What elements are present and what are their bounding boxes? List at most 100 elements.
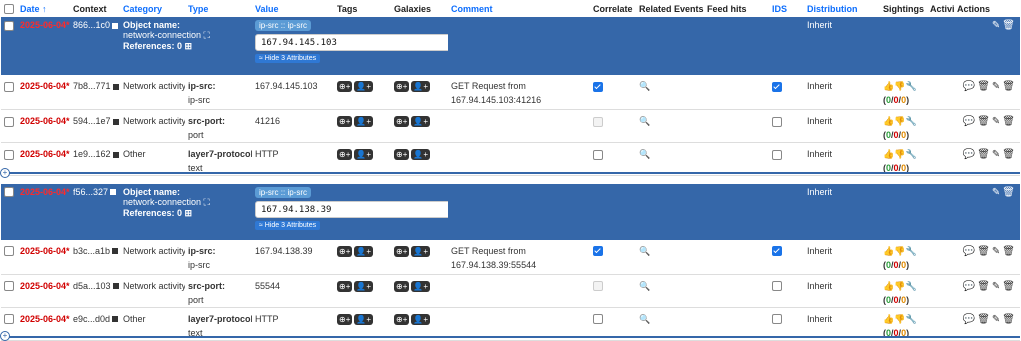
attribute-checkbox[interactable] (4, 314, 14, 325)
search-icon[interactable]: 🔍 (639, 149, 650, 159)
add-tag-globe-button[interactable]: ⊕+ (337, 245, 353, 257)
search-icon[interactable]: 🔍 (639, 246, 650, 256)
thumbs-down-icon[interactable]: 👎 (894, 281, 905, 291)
thumbs-down-icon[interactable]: 👎 (894, 246, 905, 256)
delete-object-icon[interactable]: 🗑 (1002, 187, 1017, 198)
correlate-checkbox[interactable] (593, 149, 603, 160)
add-reference-icon[interactable]: ⊞ (182, 208, 193, 218)
note-icon[interactable] (112, 83, 119, 90)
wrench-icon[interactable]: 🔧 (905, 116, 916, 126)
comment-icon[interactable]: 💬 (963, 314, 977, 325)
wrench-icon[interactable]: 🔧 (905, 81, 916, 91)
add-tag-user-button[interactable]: 👤+ (354, 149, 374, 161)
ids-checkbox[interactable] (772, 116, 782, 127)
trash-icon[interactable]: 🗑 (1002, 281, 1017, 292)
expand-icon[interactable]: ⛶ (201, 30, 210, 40)
thumbs-down-icon[interactable]: 👎 (894, 314, 905, 324)
delete-icon[interactable]: 🗑 (977, 246, 992, 257)
hide-attributes-button[interactable]: ≈ Hide 3 Attributes (255, 220, 321, 230)
col-ids[interactable]: IDS (769, 0, 804, 17)
expand-icon[interactable]: ⛶ (201, 197, 210, 207)
wrench-icon[interactable]: 🔧 (905, 314, 916, 324)
thumbs-down-icon[interactable]: 👎 (894, 149, 905, 159)
add-tag-globe-button[interactable]: ⊕+ (337, 280, 353, 292)
delete-icon[interactable]: 🗑 (977, 281, 992, 292)
expand-plus-icon[interactable]: + (0, 331, 10, 341)
attribute-checkbox[interactable] (4, 116, 14, 127)
delete-icon[interactable]: 🗑 (977, 314, 992, 325)
add-galaxy-globe-button[interactable]: ⊕+ (394, 116, 410, 128)
comment-icon[interactable]: 💬 (963, 81, 977, 92)
add-reference-icon[interactable]: ⊞ (182, 41, 193, 51)
add-galaxy-user-button[interactable]: 👤+ (411, 245, 431, 257)
add-tag-user-button[interactable]: 👤+ (354, 245, 374, 257)
attribute-checkbox[interactable] (4, 81, 14, 92)
attribute-checkbox[interactable] (4, 281, 14, 292)
correlate-checkbox[interactable] (593, 246, 603, 257)
comment-icon[interactable]: 💬 (963, 116, 977, 127)
wrench-icon[interactable]: 🔧 (905, 281, 916, 291)
comment-icon[interactable]: 💬 (963, 281, 977, 292)
note-icon[interactable] (112, 316, 119, 323)
comment-icon[interactable]: 💬 (963, 246, 977, 257)
delete-object-icon[interactable]: 🗑 (1002, 20, 1017, 31)
edit-object-icon[interactable]: ✎ (992, 187, 1002, 198)
add-tag-globe-button[interactable]: ⊕+ (337, 149, 353, 161)
delete-icon[interactable]: 🗑 (977, 149, 992, 160)
select-all-checkbox[interactable] (4, 3, 14, 14)
col-category[interactable]: Category (120, 0, 185, 17)
add-tag-user-button[interactable]: 👤+ (354, 313, 374, 325)
search-icon[interactable]: 🔍 (639, 116, 650, 126)
add-galaxy-user-button[interactable]: 👤+ (411, 116, 431, 128)
add-galaxy-user-button[interactable]: 👤+ (411, 81, 431, 93)
col-comment[interactable]: Comment (448, 0, 590, 17)
wrench-icon[interactable]: 🔧 (905, 149, 916, 159)
thumbs-up-icon[interactable]: 👍 (883, 116, 894, 126)
thumbs-up-icon[interactable]: 👍 (883, 81, 894, 91)
add-tag-globe-button[interactable]: ⊕+ (337, 313, 353, 325)
edit-object-icon[interactable]: ✎ (992, 20, 1002, 31)
add-galaxy-globe-button[interactable]: ⊕+ (394, 245, 410, 257)
add-tag-globe-button[interactable]: ⊕+ (337, 116, 353, 128)
note-icon[interactable] (112, 22, 119, 29)
delete-icon[interactable]: 🗑 (977, 81, 992, 92)
object-checkbox[interactable] (4, 187, 14, 198)
correlate-checkbox[interactable] (593, 81, 603, 92)
search-icon[interactable]: 🔍 (639, 281, 650, 291)
add-galaxy-user-button[interactable]: 👤+ (411, 313, 431, 325)
attribute-checkbox[interactable] (4, 246, 14, 257)
ids-checkbox[interactable] (772, 314, 782, 325)
edit-icon[interactable]: ✎ (992, 149, 1002, 160)
note-icon[interactable] (112, 248, 119, 255)
ids-checkbox[interactable] (772, 281, 782, 292)
add-tag-globe-button[interactable]: ⊕+ (337, 81, 353, 93)
add-tag-user-button[interactable]: 👤+ (354, 81, 374, 93)
ids-checkbox[interactable] (772, 149, 782, 160)
add-galaxy-user-button[interactable]: 👤+ (411, 149, 431, 161)
note-icon[interactable] (112, 151, 119, 158)
trash-icon[interactable]: 🗑 (1002, 149, 1017, 160)
add-galaxy-globe-button[interactable]: ⊕+ (394, 149, 410, 161)
delete-icon[interactable]: 🗑 (977, 116, 992, 127)
note-icon[interactable] (110, 189, 117, 196)
attribute-checkbox[interactable] (4, 149, 14, 160)
edit-icon[interactable]: ✎ (992, 116, 1002, 127)
add-tag-user-button[interactable]: 👤+ (354, 280, 374, 292)
trash-icon[interactable]: 🗑 (1002, 116, 1017, 127)
search-icon[interactable]: 🔍 (639, 81, 650, 91)
col-value[interactable]: Value (252, 0, 334, 17)
edit-icon[interactable]: ✎ (992, 81, 1002, 92)
add-galaxy-globe-button[interactable]: ⊕+ (394, 313, 410, 325)
expand-plus-icon[interactable]: + (0, 168, 10, 178)
ids-checkbox[interactable] (772, 81, 782, 92)
thumbs-down-icon[interactable]: 👎 (894, 81, 905, 91)
thumbs-up-icon[interactable]: 👍 (883, 281, 894, 291)
add-galaxy-globe-button[interactable]: ⊕+ (394, 81, 410, 93)
comment-icon[interactable]: 💬 (963, 149, 977, 160)
thumbs-up-icon[interactable]: 👍 (883, 314, 894, 324)
wrench-icon[interactable]: 🔧 (905, 246, 916, 256)
add-galaxy-user-button[interactable]: 👤+ (411, 280, 431, 292)
edit-icon[interactable]: ✎ (992, 314, 1002, 325)
search-icon[interactable]: 🔍 (639, 314, 650, 324)
trash-icon[interactable]: 🗑 (1002, 246, 1017, 257)
